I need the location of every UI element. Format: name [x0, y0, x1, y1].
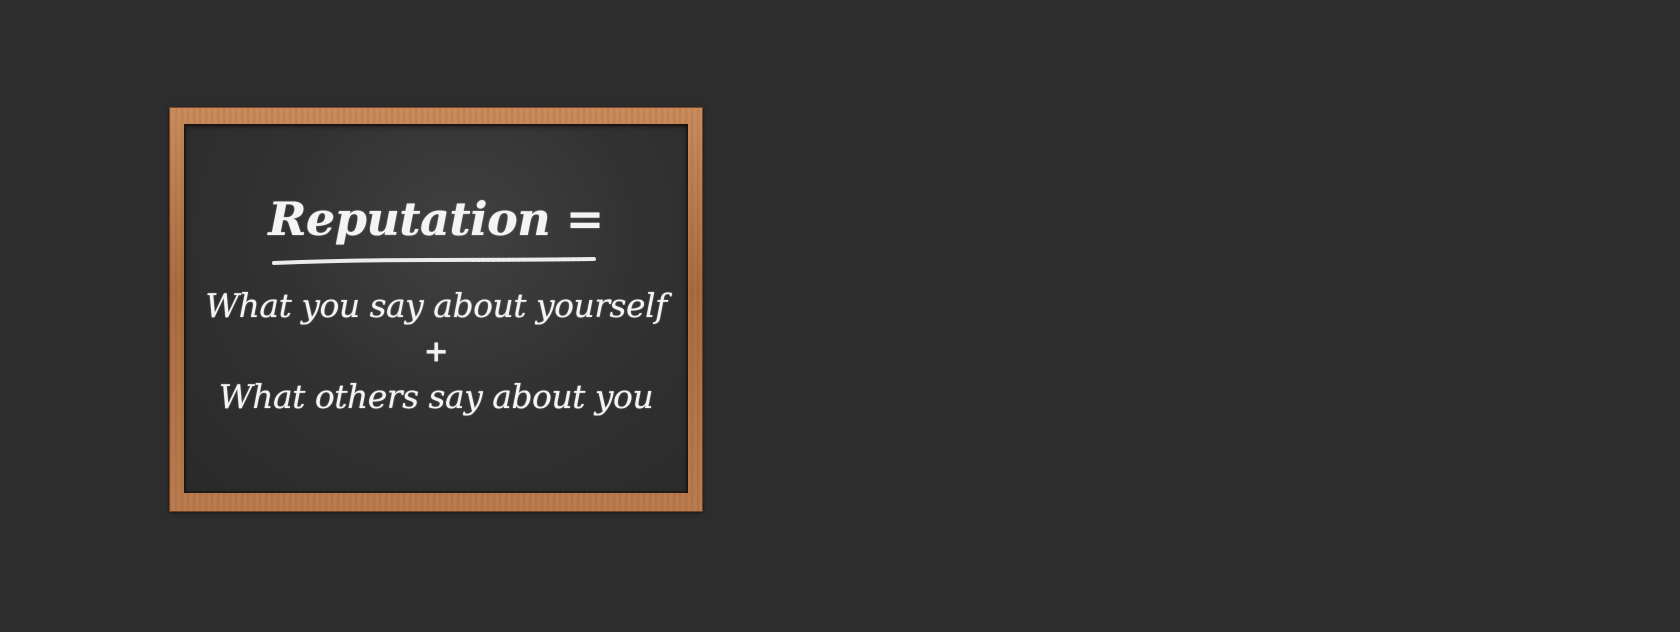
chalk-plus: +: [423, 334, 449, 369]
page-background: Reputation = What you say about yourself…: [0, 0, 1680, 632]
chalkboard-frame: Reputation = What you say about yourself…: [169, 107, 703, 512]
chalk-title: Reputation =: [268, 192, 604, 246]
chalk-line-self: What you say about yourself: [205, 286, 667, 325]
chalkboard: Reputation = What you say about yourself…: [184, 124, 688, 493]
chalk-line-others: What others say about you: [218, 377, 654, 416]
chalk-underline: [272, 257, 596, 265]
